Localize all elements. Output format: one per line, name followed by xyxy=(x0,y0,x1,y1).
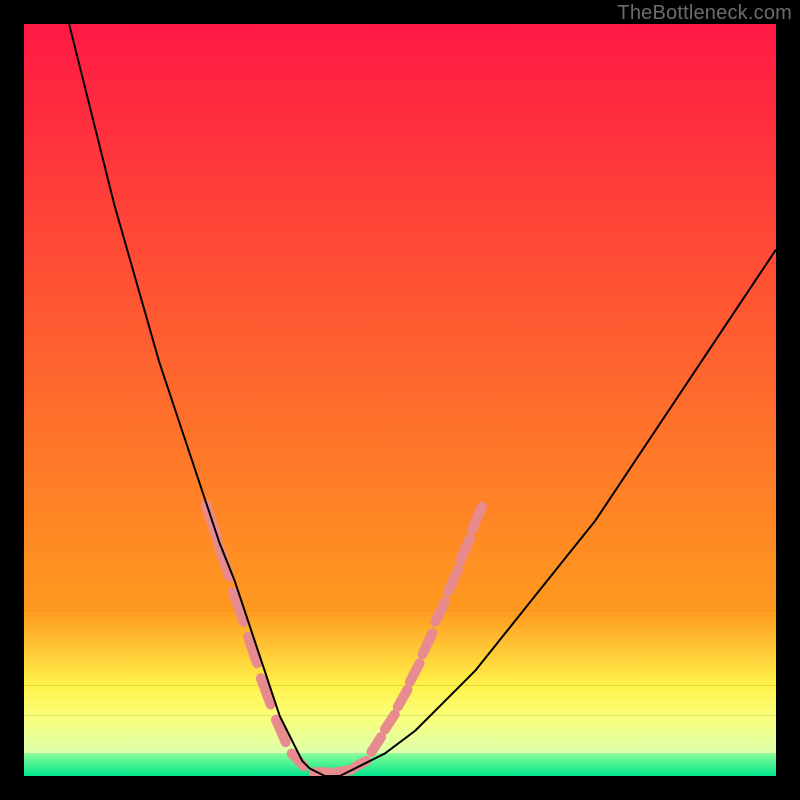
band-pale-yellow xyxy=(24,716,776,754)
chart-frame: TheBottleneck.com xyxy=(0,0,800,800)
band-orange-yellow xyxy=(24,611,776,686)
background-bands xyxy=(24,24,776,776)
band-red-orange xyxy=(24,24,776,611)
watermark-text: TheBottleneck.com xyxy=(617,2,792,25)
band-green xyxy=(24,753,776,776)
plot-area xyxy=(24,24,776,776)
chart-svg xyxy=(24,24,776,776)
